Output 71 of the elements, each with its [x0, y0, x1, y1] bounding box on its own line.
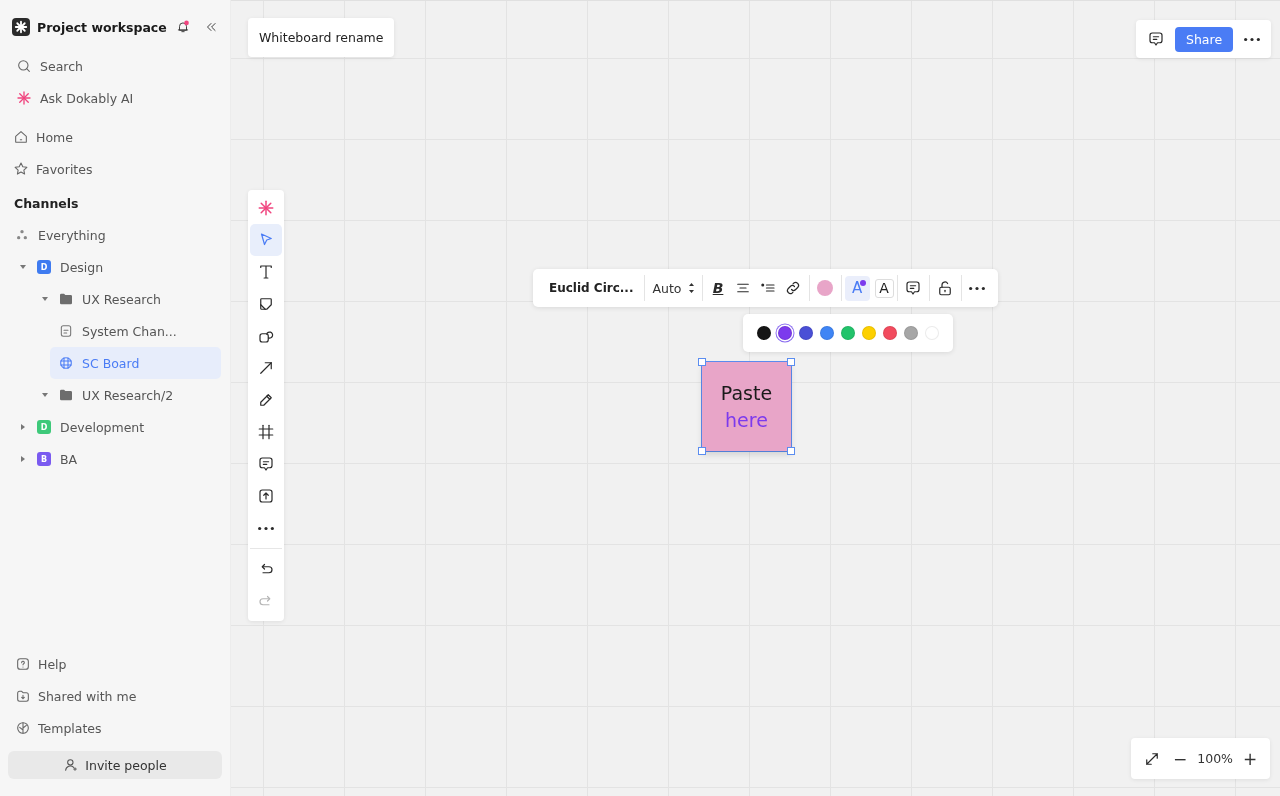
sidebar-item[interactable]: Templates: [0, 712, 230, 744]
color-swatch[interactable]: [904, 326, 918, 340]
tree-item[interactable]: D Design: [6, 251, 221, 283]
text-style-button[interactable]: A: [874, 278, 894, 298]
caret-icon[interactable]: [19, 423, 27, 431]
star-icon: [13, 161, 29, 177]
bold-button[interactable]: B: [705, 275, 731, 301]
color-swatch[interactable]: [799, 326, 813, 340]
person-icon: [63, 757, 80, 773]
color-swatch[interactable]: [757, 326, 771, 340]
resize-handle[interactable]: [698, 447, 706, 455]
comment-icon: [904, 279, 922, 297]
caret-icon[interactable]: [41, 295, 49, 303]
sticky-text: here: [725, 407, 768, 433]
sticky-text: Paste: [720, 380, 773, 406]
resize-handle[interactable]: [787, 358, 795, 366]
zoom-level: 100%: [1197, 751, 1233, 766]
tree-item[interactable]: Everything: [6, 219, 221, 251]
notification-bell-icon[interactable]: [176, 20, 190, 34]
color-swatch[interactable]: [778, 326, 792, 340]
grid-icon: [58, 355, 74, 371]
unlocked-padlock-icon: [936, 279, 954, 297]
font-size-dropdown[interactable]: Auto: [648, 280, 699, 296]
search-icon: [16, 58, 32, 74]
resize-handle[interactable]: [787, 447, 795, 455]
sidebar-item[interactable]: Help: [0, 648, 230, 680]
tree-item[interactable]: UX Research/2: [28, 379, 221, 411]
caret-icon[interactable]: [41, 391, 49, 399]
link-icon: [784, 279, 802, 297]
help-icon: [15, 656, 31, 672]
tree-item[interactable]: UX Research: [28, 283, 221, 315]
color-swatch[interactable]: [883, 326, 897, 340]
comment-icon: [1147, 30, 1165, 48]
house-icon: [13, 129, 29, 145]
sidebar-item[interactable]: Favorites: [0, 153, 230, 185]
color-swatch[interactable]: [841, 326, 855, 340]
channel-badge: B: [37, 452, 51, 466]
logo-icon: [12, 18, 30, 36]
channel-badge: D: [37, 260, 51, 274]
zoom-in-button[interactable]: +: [1239, 748, 1262, 769]
cursor-tool-button[interactable]: [250, 224, 282, 256]
more-icon: [1243, 36, 1262, 42]
caret-icon[interactable]: [19, 263, 27, 271]
document-icon: [58, 323, 74, 339]
section-heading: Channels: [14, 196, 79, 211]
color-swatch[interactable]: [820, 326, 834, 340]
zoom-out-button[interactable]: −: [1169, 748, 1192, 769]
sidebar-item[interactable]: Ask Dokably AI: [0, 82, 230, 114]
caret-icon[interactable]: [19, 455, 27, 463]
sidebar-item[interactable]: Search: [0, 50, 230, 82]
share-button[interactable]: Share: [1175, 26, 1234, 52]
channel-badge: D: [37, 420, 51, 434]
shared-folder-icon: [15, 688, 31, 704]
tree-item[interactable]: B BA: [6, 443, 221, 475]
stepper-icon: [687, 282, 695, 294]
more-icon: [968, 285, 986, 291]
tree-item[interactable]: D Development: [6, 411, 221, 443]
sidebar-item[interactable]: Shared with me: [0, 680, 230, 712]
color-swatch[interactable]: [862, 326, 876, 340]
tree-item[interactable]: System Chan...: [50, 315, 221, 347]
folder-icon: [58, 387, 74, 403]
resize-handle[interactable]: [698, 358, 706, 366]
workspace-title[interactable]: Project workspace: [37, 19, 176, 35]
sparkle-icon: [16, 90, 32, 106]
board-title[interactable]: Whiteboard rename: [248, 18, 395, 57]
collapse-sidebar-icon[interactable]: [204, 20, 218, 34]
folder-icon: [58, 291, 74, 307]
sticky-note[interactable]: Paste here: [702, 362, 791, 451]
font-dropdown[interactable]: Euclid Circ...: [543, 281, 642, 295]
sidebar-item[interactable]: Home: [0, 121, 230, 153]
invite-button[interactable]: Invite people: [8, 751, 222, 779]
